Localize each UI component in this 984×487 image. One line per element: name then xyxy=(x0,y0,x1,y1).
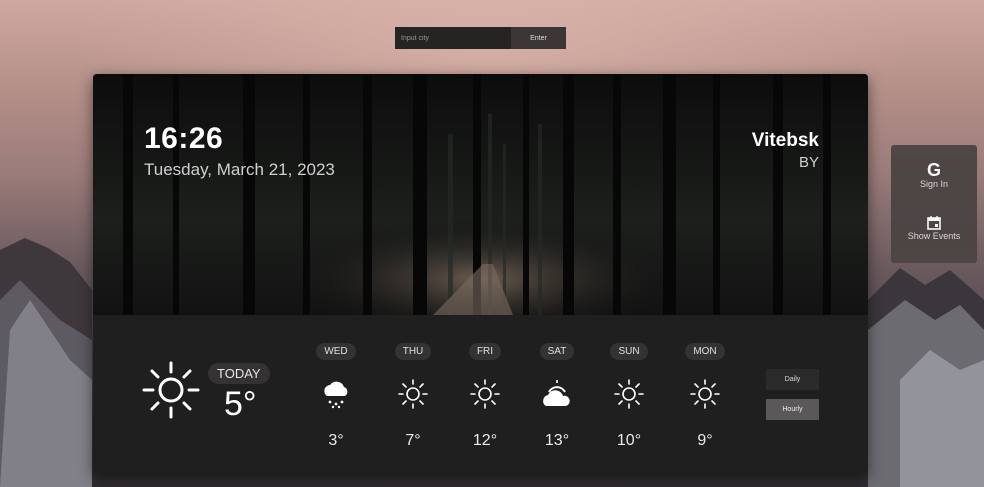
sign-in-label: Sign In xyxy=(919,179,949,189)
sun-icon xyxy=(470,379,500,409)
weather-panel: 16:26 Tuesday, March 21, 2023 Vitebsk BY… xyxy=(93,74,868,474)
side-action-panel: G Sign In Show Events xyxy=(891,145,977,263)
forecast-day-sun: SUN 10° xyxy=(599,341,659,450)
day-name: SUN xyxy=(610,343,648,360)
day-name: MON xyxy=(685,343,725,360)
today-label: TODAY xyxy=(208,363,270,384)
forecast-day-wed: WED 3° xyxy=(306,341,366,450)
sign-in-button[interactable]: G Sign In xyxy=(891,161,977,189)
show-events-label: Show Events xyxy=(907,231,961,241)
day-temperature: 13° xyxy=(544,432,570,449)
sun-icon xyxy=(614,379,644,409)
show-events-button[interactable]: Show Events xyxy=(891,215,977,241)
city-name: Vitebsk xyxy=(751,130,819,151)
enter-button[interactable]: Enter xyxy=(511,27,566,49)
cloud-snow-icon xyxy=(324,381,348,409)
daily-toggle-button[interactable]: Daily xyxy=(766,369,819,390)
sun-icon xyxy=(690,379,720,409)
day-name: THU xyxy=(394,343,432,360)
day-temperature: 10° xyxy=(616,432,642,449)
day-temperature: 7° xyxy=(405,432,421,449)
country-code: BY xyxy=(798,154,819,171)
forecast-day-fri: FRI 12° xyxy=(455,341,515,450)
today-temperature: 5° xyxy=(224,385,257,423)
day-name: WED xyxy=(316,343,356,360)
sun-icon xyxy=(398,379,428,409)
day-name: FRI xyxy=(468,343,502,360)
day-temperature: 9° xyxy=(697,432,713,449)
sun-cloud-icon xyxy=(543,380,570,406)
city-search-input[interactable] xyxy=(395,27,511,49)
city-search-bar: Enter xyxy=(395,27,566,49)
forecast-day-thu: THU 7° xyxy=(383,341,443,450)
forecast-strip: TODAY 5° WED 3° THU 7° FRI 12° SAT 13° S… xyxy=(93,315,868,474)
day-name: SAT xyxy=(539,343,575,360)
hourly-toggle-button[interactable]: Hourly xyxy=(766,399,819,420)
calendar-icon xyxy=(927,216,941,230)
forecast-day-mon: MON 9° xyxy=(675,341,735,450)
current-time: 16:26 xyxy=(144,122,224,155)
forecast-day-sat: SAT 13° xyxy=(527,341,587,450)
day-temperature: 3° xyxy=(328,432,344,449)
current-date: Tuesday, March 21, 2023 xyxy=(144,160,335,179)
hero-forest-image: 16:26 Tuesday, March 21, 2023 Vitebsk BY xyxy=(93,74,868,315)
sun-icon xyxy=(142,361,200,419)
day-temperature: 12° xyxy=(472,432,498,449)
google-icon: G xyxy=(926,160,941,180)
